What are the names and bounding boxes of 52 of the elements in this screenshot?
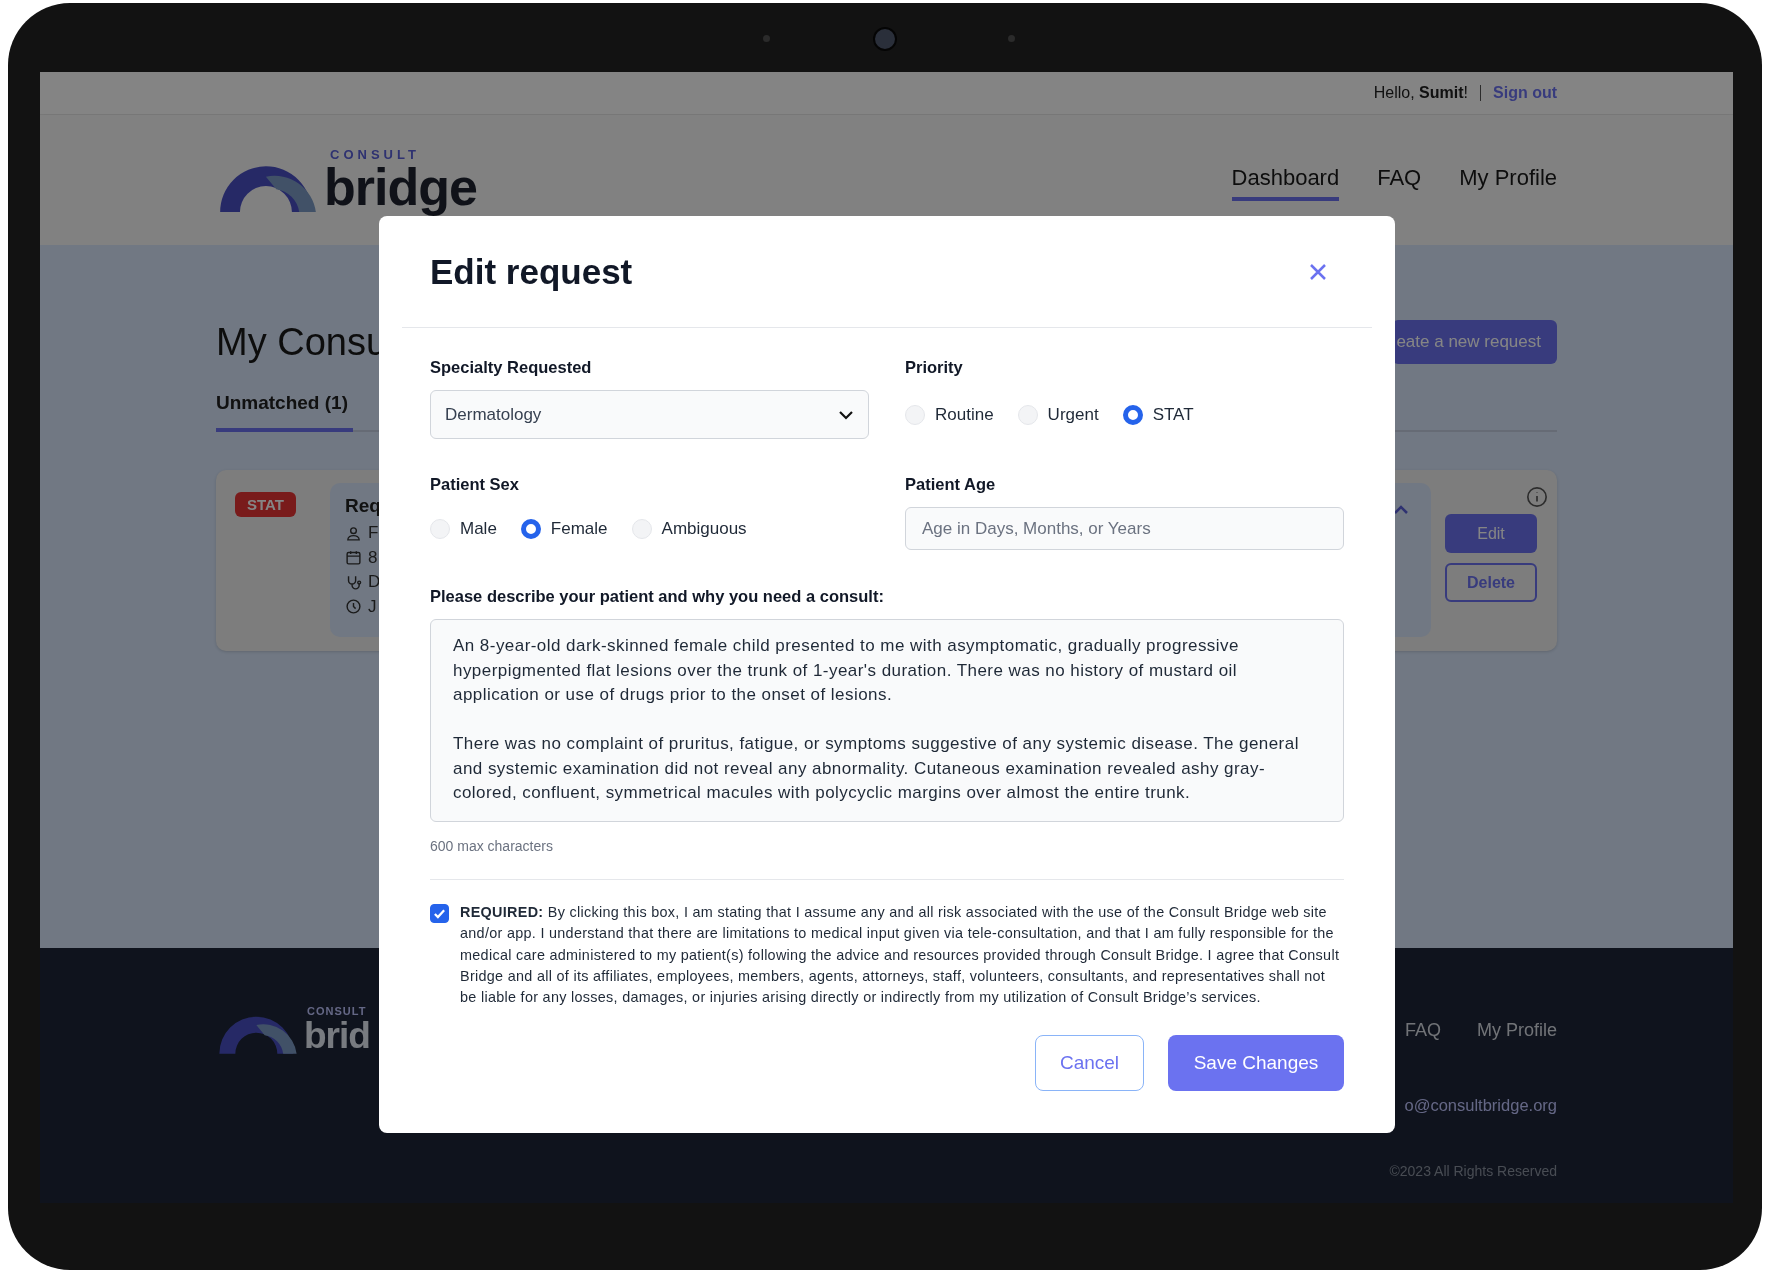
checkmark-icon xyxy=(433,907,446,920)
sensor-dot xyxy=(1008,35,1015,42)
radio-option[interactable]: Urgent xyxy=(1017,404,1099,425)
field-label: Specialty Requested xyxy=(430,358,593,377)
field-label: Priority xyxy=(905,358,964,377)
clock-icon xyxy=(345,598,362,616)
copyright-text: ©2023 All Rights Reserved xyxy=(1389,1163,1557,1179)
radio-option[interactable]: Routine xyxy=(905,404,994,425)
field-label: Please describe your patient and why you need a consult: xyxy=(430,587,885,606)
character-limit-hint: 600 max characters xyxy=(430,838,553,854)
footer-link[interactable]: My Profile xyxy=(1477,1019,1557,1041)
radio-button[interactable] xyxy=(1122,404,1143,425)
detail-text: D xyxy=(368,572,381,593)
radio-option[interactable]: STAT xyxy=(1122,404,1194,425)
agreement-text: REQUIRED: By clicking this box, I am stating that I assume any and all risk associated with the use of the Consult Bridge web site and/or app. I understand that there are limitations to medical input given via tele-consultation, and that I am fully responsible for the medical care administered to my patient(s) following the advice and resources provided through Consult Bridge. I agree that Consult Bridge and all of its affiliates, employees, members, agents, attorneys, staff, volunteers, consultants, and representatives shall not be liable for any losses, damages, or injuries arising directly or indirectly from my utilization of Consult Bridge’s services. xyxy=(460,903,1341,1008)
nav-link[interactable]: FAQ xyxy=(1377,159,1422,201)
specialty-dropdown[interactable]: Dermatology xyxy=(430,390,869,439)
save-changes-button[interactable]: Save Changes xyxy=(1168,1035,1344,1092)
create-request-button[interactable]: eate a new request xyxy=(1392,320,1557,364)
radio-option[interactable]: Male xyxy=(430,518,497,539)
sign-out-link[interactable]: Sign out xyxy=(1493,84,1557,102)
chevron-down-icon xyxy=(838,409,854,420)
dialog-title: Edit request xyxy=(430,251,633,292)
footer-logo-small-text: CONSULT xyxy=(307,1006,368,1017)
detail-text: 8 xyxy=(368,547,378,568)
tab[interactable]: Unmatched (1) xyxy=(216,384,353,432)
field-label: Patient Age xyxy=(905,475,997,494)
radio-button[interactable] xyxy=(520,518,541,539)
nav-link[interactable]: Dashboard xyxy=(1231,159,1340,201)
nav-link[interactable]: My Profile xyxy=(1459,159,1557,201)
calendar-icon xyxy=(345,549,362,567)
greeting-text: Hello, Sumit! xyxy=(1373,84,1468,102)
age-input-field[interactable]: Age in Days, Months, or Years xyxy=(905,507,1344,550)
footer-link[interactable]: FAQ xyxy=(1404,1019,1441,1041)
cancel-button[interactable]: Cancel xyxy=(1035,1035,1144,1092)
header-logo-small-text: CONSULT xyxy=(330,147,421,161)
agreement-checkbox[interactable] xyxy=(430,904,449,923)
description-text-area[interactable]: An 8-year-old dark-skinned female child presented to me with asymptomatic, gradually progressive hyperpigmented flat lesions over the trunk of 1-year's duration. There was no history of mustard oil application or use of drugs prior to the onset of lesions. There was no complaint of pruritus, fatigue, or symptoms suggestive of any systemic disease. The general and systemic examination did not reveal any abnormality. Cutaneous examination revealed ashy gray-colored, confluent, symmetrical macules with polycyclic margins over almost the entire trunk. xyxy=(430,619,1344,822)
info-icon[interactable] xyxy=(1526,486,1548,508)
priority-badge: STAT xyxy=(235,492,296,517)
camera-lens xyxy=(873,27,897,51)
field-label: Patient Sex xyxy=(430,475,520,494)
sensor-dot xyxy=(763,35,770,42)
edit-button[interactable]: Edit xyxy=(1445,514,1537,553)
radio-option[interactable]: Ambiguous xyxy=(631,518,747,539)
person-icon xyxy=(345,524,362,542)
detail-text: J xyxy=(368,596,377,617)
radio-option[interactable]: Female xyxy=(520,518,608,539)
detail-text: F xyxy=(368,523,379,544)
footer-logo-wordmark: brid xyxy=(304,1017,370,1054)
email-link[interactable]: o@consultbridge.org xyxy=(1404,1096,1557,1115)
stethoscope-icon xyxy=(345,573,362,591)
